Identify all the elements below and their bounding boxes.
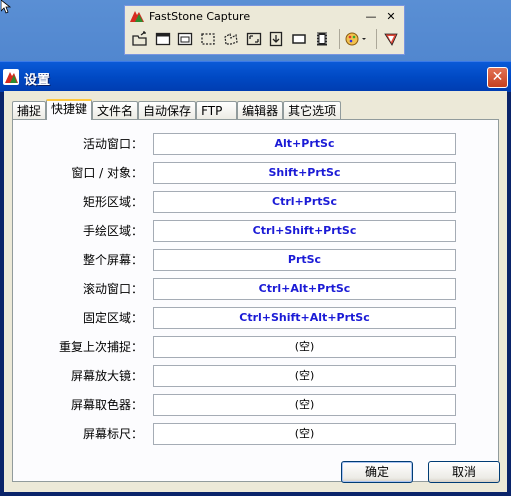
toolbar-separator [376,29,378,49]
hotkey-row: 屏幕标尺： (空) [13,423,498,445]
hotkey-label: 滚动窗口： [82,282,143,296]
tab-filename[interactable]: 文件名 [92,101,139,119]
faststone-logo-icon [130,11,144,22]
hotkey-row: 矩形区域： Ctrl+PrtSc [13,191,498,213]
hotkey-label: 屏幕标尺： [82,427,143,441]
app-logo-icon [3,69,19,85]
capture-fixed-region-icon[interactable] [289,29,309,49]
hotkey-field[interactable]: Alt+PrtSc [153,133,456,155]
record-video-icon[interactable] [312,29,332,49]
dialog-titlebar[interactable]: 设置 ✕ [0,61,511,92]
tab-strip: 捕捉 快捷键 文件名 自动保存 FTP 编辑器 其它选项 [12,99,342,120]
hotkey-field[interactable]: (空) [153,336,456,358]
hotkey-field[interactable]: Ctrl+PrtSc [153,191,456,213]
cancel-button[interactable]: 取消 [428,461,500,483]
settings-icon[interactable] [381,29,401,49]
faststone-toolbar[interactable]: FastStone Capture — ✕ [124,5,405,55]
hotkey-row: 滚动窗口： Ctrl+Alt+PrtSc [13,278,498,300]
hotkey-label: 活动窗口： [82,137,143,151]
faststone-titlebar[interactable]: FastStone Capture — ✕ [125,6,404,26]
tab-other-options[interactable]: 其它选项 [283,101,342,119]
tab-ftp[interactable]: FTP [196,101,238,119]
capture-fullscreen-icon[interactable] [244,29,264,49]
hotkey-label: 屏幕取色器： [70,398,143,412]
toolbar-close-button[interactable]: ✕ [384,10,398,23]
capture-region-icon[interactable] [198,29,218,49]
hotkey-field[interactable]: Ctrl+Shift+PrtSc [153,220,456,242]
hotkey-field[interactable]: (空) [153,365,456,387]
hotkey-field[interactable]: Ctrl+Alt+PrtSc [153,278,456,300]
settings-dialog: 设置 ✕ 捕捉 快捷键 文件名 自动保存 FTP 编辑器 其它选项 活动窗口： … [0,61,511,496]
hotkey-row: 手绘区域： Ctrl+Shift+PrtSc [13,220,498,242]
capture-freehand-icon[interactable] [221,29,241,49]
ok-button[interactable]: 确定 [341,461,413,483]
capture-object-icon[interactable] [175,29,195,49]
output-icon[interactable] [344,29,370,49]
hotkeys-panel: 活动窗口： Alt+PrtSc 窗口 / 对象： Shift+PrtSc 矩形区… [12,119,499,482]
close-button[interactable]: ✕ [487,67,508,88]
toolbar-separator [338,29,340,49]
hotkey-row: 重复上次捕捉： (空) [13,336,498,358]
tab-hotkeys[interactable]: 快捷键 [46,99,93,120]
hotkey-row: 屏幕放大镜： (空) [13,365,498,387]
hotkey-field[interactable]: (空) [153,394,456,416]
mouse-cursor-icon [1,0,11,14]
hotkey-row: 屏幕取色器： (空) [13,394,498,416]
tab-autosave[interactable]: 自动保存 [138,101,197,119]
capture-tools [125,26,404,52]
dialog-client: 捕捉 快捷键 文件名 自动保存 FTP 编辑器 其它选项 活动窗口： Alt+P… [4,91,507,492]
tab-capture[interactable]: 捕捉 [12,101,47,119]
hotkey-label: 整个屏幕： [82,253,143,267]
hotkey-label: 矩形区域： [82,195,143,209]
hotkey-label: 窗口 / 对象： [71,166,143,180]
hotkey-field[interactable]: (空) [153,423,456,445]
tab-editor[interactable]: 编辑器 [237,101,284,119]
hotkey-row: 活动窗口： Alt+PrtSc [13,133,498,155]
hotkey-label: 手绘区域： [82,224,143,238]
open-icon[interactable] [130,29,150,49]
hotkey-label: 重复上次捕捉： [58,340,143,354]
hotkey-field[interactable]: Shift+PrtSc [153,162,456,184]
dialog-title: 设置 [24,73,51,88]
hotkey-label: 固定区域： [82,311,143,325]
faststone-title: FastStone Capture [149,9,251,23]
capture-scrolling-icon[interactable] [266,29,286,49]
minimize-button[interactable]: — [364,10,378,23]
hotkey-row: 窗口 / 对象： Shift+PrtSc [13,162,498,184]
hotkey-row: 整个屏幕： PrtSc [13,249,498,271]
hotkey-field[interactable]: Ctrl+Shift+Alt+PrtSc [153,307,456,329]
hotkey-field[interactable]: PrtSc [153,249,456,271]
hotkey-row: 固定区域： Ctrl+Shift+Alt+PrtSc [13,307,498,329]
hotkey-label: 屏幕放大镜： [70,369,143,383]
capture-window-icon[interactable] [153,29,173,49]
